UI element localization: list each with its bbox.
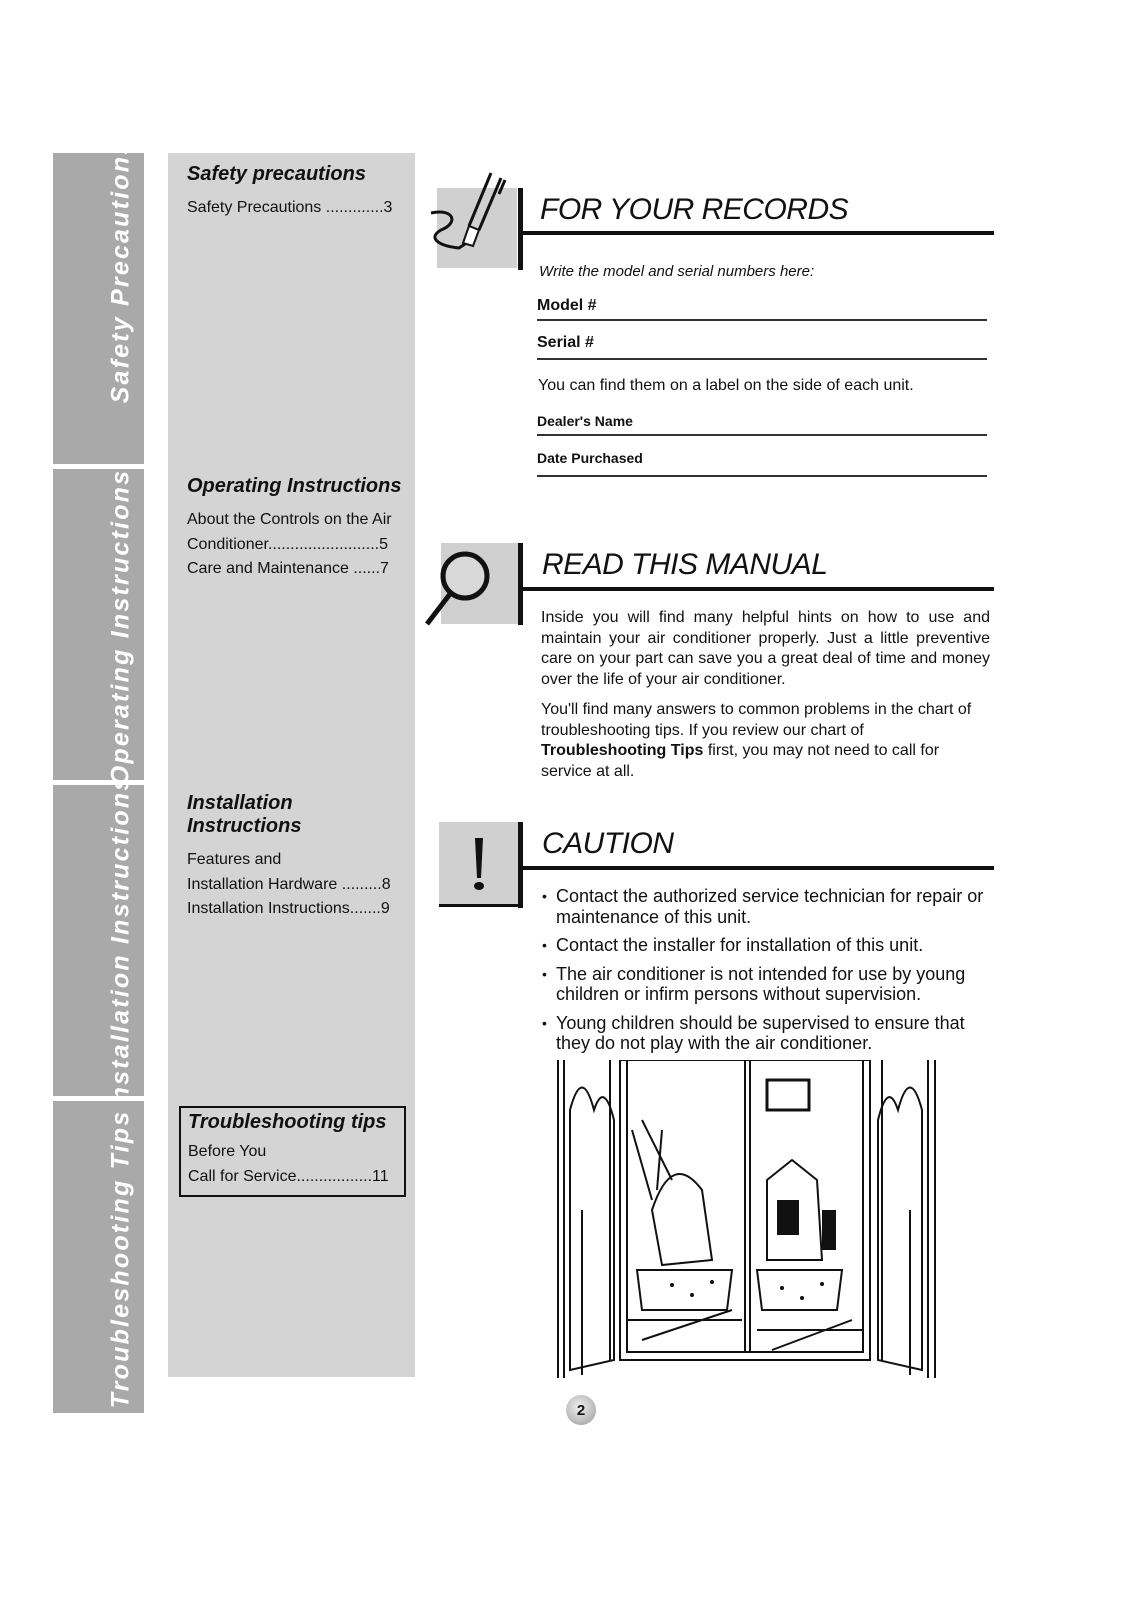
header-rule	[518, 231, 994, 235]
toc-heading: Operating Instructions	[187, 475, 402, 497]
records-instruction: Write the model and serial numbers here:	[539, 263, 815, 280]
side-tab-label: Safety Precautions	[106, 153, 135, 404]
icon-shadow	[439, 904, 523, 907]
serial-number-field[interactable]: Serial #	[537, 334, 987, 360]
side-tab-label: Operating Instructions	[106, 469, 135, 780]
caution-title: CAUTION	[542, 827, 674, 860]
side-tab-troubleshooting-tips[interactable]: Troubleshooting Tips	[53, 1101, 144, 1413]
caution-item: Contact the authorized service technicia…	[542, 886, 987, 927]
side-tab-label: Troubleshooting Tips	[106, 1109, 135, 1409]
magnifying-glass-icon	[425, 543, 521, 626]
dealer-name-label: Dealer's Name	[537, 413, 633, 429]
window-view-illustration	[552, 1059, 942, 1380]
header-divider	[518, 822, 523, 908]
toc-entry[interactable]: Safety Precautions .............3	[187, 196, 409, 221]
toc-section-operating: Operating Instructions About the Control…	[187, 475, 409, 582]
toc-section-safety: Safety precautions Safety Precautions ..…	[187, 163, 409, 221]
toc-entry[interactable]: Installation Hardware .........8	[187, 873, 409, 898]
toc-entry[interactable]: Call for Service.................11	[188, 1165, 404, 1190]
toc-entry[interactable]: Conditioner.........................5	[187, 533, 409, 558]
caution-list: Contact the authorized service technicia…	[542, 886, 987, 1062]
header-divider	[518, 188, 523, 270]
serial-number-label: Serial #	[537, 334, 594, 351]
label-location-note: You can find them on a label on the side…	[538, 377, 914, 394]
header-divider	[518, 543, 523, 625]
read-manual-paragraph-1: Inside you will find many helpful hints …	[541, 609, 990, 688]
caution-item: Contact the installer for installation o…	[542, 935, 987, 956]
table-of-contents: Safety precautions Safety Precautions ..…	[168, 153, 415, 1377]
dealer-name-field[interactable]: Dealer's Name	[537, 413, 987, 436]
troubleshooting-tips-reference: Troubleshooting Tips	[541, 742, 704, 759]
paragraph-text: You'll find many answers to common probl…	[541, 701, 972, 739]
model-number-field[interactable]: Model #	[537, 297, 987, 321]
toc-entry[interactable]: Features and	[187, 848, 409, 873]
page-number-badge: 2	[566, 1395, 596, 1425]
toc-section-installation: Installation Instructions Features and I…	[187, 792, 409, 922]
toc-entry[interactable]: Care and Maintenance ......7	[187, 557, 409, 582]
side-tab-safety-precautions[interactable]: Safety Precautions	[53, 153, 144, 464]
toc-heading: Troubleshooting tips	[188, 1111, 387, 1133]
header-rule	[518, 866, 994, 870]
caution-item: Young children should be supervised to e…	[542, 1013, 987, 1054]
read-manual-paragraph-2: You'll find many answers to common probl…	[541, 700, 981, 782]
header-rule	[518, 587, 994, 591]
read-manual-title: READ THIS MANUAL	[542, 548, 828, 581]
toc-entry[interactable]: Installation Instructions.......9	[187, 897, 409, 922]
side-tab-installation-instructions[interactable]: Installation Instructions	[53, 785, 144, 1096]
toc-entry[interactable]: Before You	[188, 1140, 404, 1165]
toc-section-troubleshooting: Troubleshooting tips Before You Call for…	[179, 1106, 406, 1197]
side-tab-operating-instructions[interactable]: Operating Instructions	[53, 469, 144, 780]
pen-writing-icon	[430, 172, 517, 268]
date-purchased-field[interactable]: Date Purchased	[537, 450, 987, 477]
model-number-label: Model #	[537, 297, 597, 314]
records-title: FOR YOUR RECORDS	[540, 193, 849, 226]
caution-item: The air conditioner is not intended for …	[542, 964, 987, 1005]
exclamation-icon	[439, 822, 519, 906]
toc-heading: Installation Instructions	[187, 792, 302, 837]
date-purchased-label: Date Purchased	[537, 450, 643, 466]
side-tab-label: Installation Instructions	[106, 785, 135, 1096]
toc-entry[interactable]: About the Controls on the Air	[187, 508, 409, 533]
toc-heading: Safety precautions	[187, 163, 366, 185]
